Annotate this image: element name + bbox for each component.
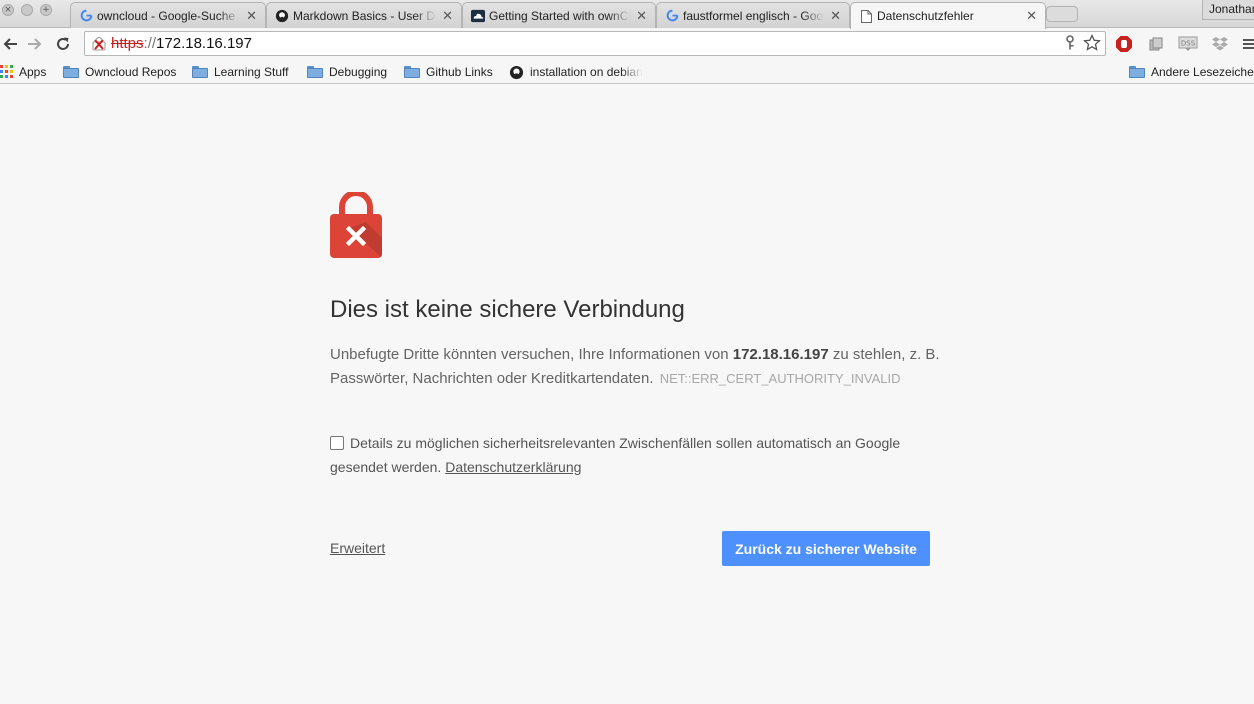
tab-title: faustformel englisch - Goo — [683, 8, 824, 23]
tab-owncloud-google-search[interactable]: owncloud - Google-Suche ✕ — [70, 2, 266, 28]
folder-icon — [63, 66, 79, 78]
key-icon[interactable] — [1063, 35, 1077, 55]
explanation-text-start: Unbefugte Dritte könnten versuchen, Ihre… — [330, 346, 733, 363]
folder-icon — [404, 66, 420, 78]
report-checkbox[interactable] — [330, 436, 344, 450]
page-title: Dies ist keine sichere Verbindung — [330, 296, 685, 323]
folder-icon — [192, 66, 208, 78]
bookmark-learning-stuff[interactable]: Learning Stuff — [192, 63, 289, 81]
bookmark-label: Owncloud Repos — [85, 65, 177, 79]
bookmark-label: Andere Lesezeichen — [1151, 65, 1254, 79]
bookmark-label: Debugging — [329, 65, 388, 79]
tab-close-icon[interactable]: ✕ — [246, 8, 257, 24]
tab-markdown-basics[interactable]: Markdown Basics - User Do ✕ — [266, 2, 462, 28]
url-scheme: https — [111, 35, 144, 52]
svg-text:DSS: DSS — [1181, 40, 1196, 48]
folder-icon — [307, 66, 323, 78]
chrome-menu-icon[interactable] — [1238, 34, 1254, 54]
google-icon — [79, 9, 93, 23]
tab-strip: × + owncloud - Google-Suche ✕ Markdown B… — [0, 0, 1254, 29]
tab-title: Markdown Basics - User Do — [293, 8, 437, 23]
privacy-policy-link[interactable]: Datenschutzerklärung — [445, 459, 581, 475]
apps-grid-icon — [0, 65, 13, 78]
back-arrow-icon — [3, 38, 17, 50]
dropbox-icon[interactable] — [1210, 34, 1230, 54]
window-close-icon[interactable]: × — [2, 4, 14, 16]
address-bar[interactable]: https://172.18.16.197 — [84, 31, 1106, 56]
bookmark-owncloud-repos[interactable]: Owncloud Repos — [63, 63, 176, 81]
bookmark-github-links[interactable]: Github Links — [404, 63, 493, 81]
ssl-interstitial: Dies ist keine sichere Verbindung Unbefu… — [0, 85, 1254, 704]
error-explanation: Unbefugte Dritte könnten versuchen, Ihre… — [330, 343, 940, 391]
profile-button[interactable]: Jonathan — [1202, 0, 1254, 20]
back-button[interactable] — [0, 34, 20, 54]
bookmark-label: Learning Stuff — [214, 65, 289, 79]
tab-datenschutzfehler[interactable]: Datenschutzfehler ✕ — [850, 2, 1046, 29]
extension-cube-icon[interactable] — [1146, 34, 1166, 54]
extended-reporting-option: Details zu möglichen sicherheitsrelevant… — [330, 431, 940, 479]
forward-button[interactable] — [25, 34, 45, 54]
tab-close-icon[interactable]: ✕ — [442, 8, 453, 24]
tab-title: owncloud - Google-Suche — [97, 8, 236, 23]
bookmark-label: installation on debian — [530, 65, 643, 79]
tab-close-icon[interactable]: ✕ — [636, 8, 647, 24]
github-icon — [509, 65, 524, 79]
new-tab-button[interactable] — [1046, 6, 1078, 22]
checkbox-label[interactable]: Details zu möglichen sicherheitsrelevant… — [330, 435, 900, 475]
tab-close-icon[interactable]: ✕ — [1026, 8, 1037, 24]
google-icon — [665, 9, 679, 23]
bookmark-installation-on-debian[interactable]: installation on debian — [509, 63, 645, 81]
error-code[interactable]: NET::ERR_CERT_AUTHORITY_INVALID — [660, 371, 901, 386]
forward-arrow-icon — [28, 38, 42, 50]
adblock-extension-icon[interactable] — [1114, 34, 1134, 54]
tab-getting-started-owncloud[interactable]: Getting Started with ownCl ✕ — [462, 2, 656, 28]
reload-icon — [57, 37, 69, 50]
bookmark-star-icon[interactable] — [1083, 33, 1101, 56]
window-minimize-icon[interactable] — [21, 4, 33, 16]
url-separator: :// — [143, 35, 157, 52]
bookmark-label: Apps — [19, 65, 47, 79]
tab-title: Getting Started with ownCl — [489, 8, 631, 23]
page-icon — [859, 9, 873, 23]
tab-title: Datenschutzfehler — [877, 9, 974, 23]
browser-toolbar: https://172.18.16.197 DSS — [0, 28, 1254, 60]
explanation-host: 172.18.16.197 — [732, 346, 829, 363]
tab-close-icon[interactable]: ✕ — [830, 8, 841, 24]
dss-extension-icon[interactable]: DSS — [1178, 34, 1198, 54]
reload-button[interactable] — [53, 34, 73, 54]
window-fullscreen-icon[interactable]: + — [40, 4, 52, 16]
advanced-link[interactable]: Erweitert — [330, 540, 385, 556]
folder-icon — [1129, 66, 1145, 78]
owncloud-icon — [471, 9, 485, 23]
bookmark-other-bookmarks[interactable]: Andere Lesezeichen — [1129, 63, 1254, 81]
bookmark-debugging[interactable]: Debugging — [307, 63, 387, 81]
red-lock-error-icon — [330, 192, 382, 258]
bookmarks-bar: Apps Owncloud Repos Learning Stuff Debug… — [0, 60, 1254, 84]
back-to-safety-button[interactable]: Zurück zu sicherer Website — [722, 531, 930, 566]
not-secure-lock-icon[interactable] — [91, 36, 107, 52]
github-icon — [275, 9, 289, 23]
tab-faustformel[interactable]: faustformel englisch - Goo ✕ — [656, 2, 850, 28]
url-host: 172.18.16.197 — [156, 35, 252, 52]
bookmark-label: Github Links — [426, 65, 493, 79]
bookmark-apps[interactable]: Apps — [0, 63, 46, 81]
